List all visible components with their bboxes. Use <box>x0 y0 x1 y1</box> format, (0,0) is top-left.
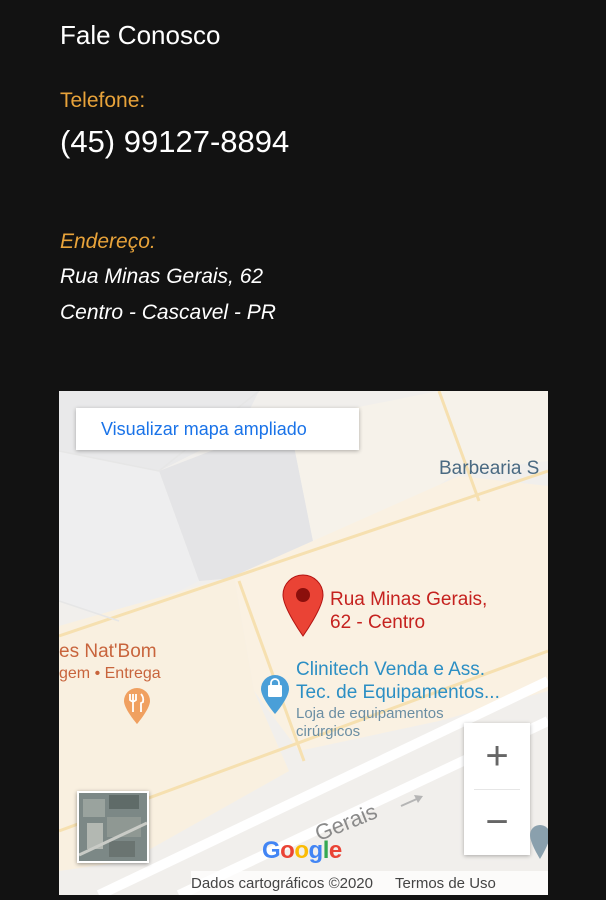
zoom-in-button[interactable]: + <box>464 723 530 789</box>
street-arrow-icon <box>400 795 423 807</box>
map-pin-icon[interactable] <box>281 574 325 638</box>
pin-label-line-2: 62 - Centro <box>330 612 426 633</box>
place-label-natbom[interactable]: es Nat'Bom <box>59 641 157 663</box>
map-attribution: Dados cartográficos ©2020 <box>191 874 373 892</box>
logo-letter: o <box>280 837 295 864</box>
zoom-out-icon: − <box>485 799 509 844</box>
satellite-thumbnail[interactable] <box>77 791 149 863</box>
address-line-2: Centro - Cascavel - PR <box>60 301 276 324</box>
place-label-barbearia[interactable]: Barbearia S <box>439 458 539 480</box>
map-footer: Dados cartográficos ©2020 Termos de Uso <box>191 871 548 895</box>
logo-letter: G <box>262 837 281 864</box>
terms-of-use-link[interactable]: Termos de Uso <box>395 875 496 892</box>
place-label-clinitech[interactable]: Clinitech Venda e Ass. Tec. de Equipamen… <box>296 658 500 704</box>
phone-number[interactable]: (45) 99127-8894 <box>60 124 289 160</box>
clinitech-line-2: Tec. de Equipamentos... <box>296 682 500 703</box>
logo-letter: g <box>308 837 324 864</box>
pin-label-line-1: Rua Minas Gerais, <box>330 589 488 610</box>
satellite-imagery-icon <box>79 793 147 861</box>
embedded-map[interactable]: Visualizar mapa ampliado Barbearia S es … <box>59 391 548 895</box>
clinitech-line-1: Clinitech Venda e Ass. <box>296 659 486 680</box>
google-logo: Google <box>262 837 342 865</box>
place-sublabel-natbom: gem • Entrega <box>59 665 161 682</box>
address-line-1: Rua Minas Gerais, 62 <box>60 265 264 288</box>
phone-label: Telefone: <box>60 89 146 112</box>
shopping-bag-icon[interactable] <box>259 674 291 716</box>
pin-address-label: Rua Minas Gerais, 62 - Centro <box>330 588 487 634</box>
logo-letter: e <box>328 837 342 864</box>
clinitech-sub-line-2: cirúrgicos <box>296 723 361 740</box>
page-title: Fale Conosco <box>60 20 221 50</box>
address-label: Endereço: <box>60 230 156 253</box>
zoom-in-icon: + <box>485 733 509 778</box>
view-larger-map-link[interactable]: Visualizar mapa ampliado <box>76 408 359 450</box>
zoom-out-button[interactable]: − <box>464 789 530 855</box>
clinitech-sub-line-1: Loja de equipamentos <box>296 705 444 722</box>
restaurant-icon[interactable] <box>122 687 152 725</box>
place-category-clinitech: Loja de equipamentos cirúrgicos <box>296 705 444 741</box>
logo-letter: o <box>294 837 309 864</box>
pegman-marker-icon <box>530 825 548 859</box>
zoom-controls: + − <box>464 723 530 855</box>
